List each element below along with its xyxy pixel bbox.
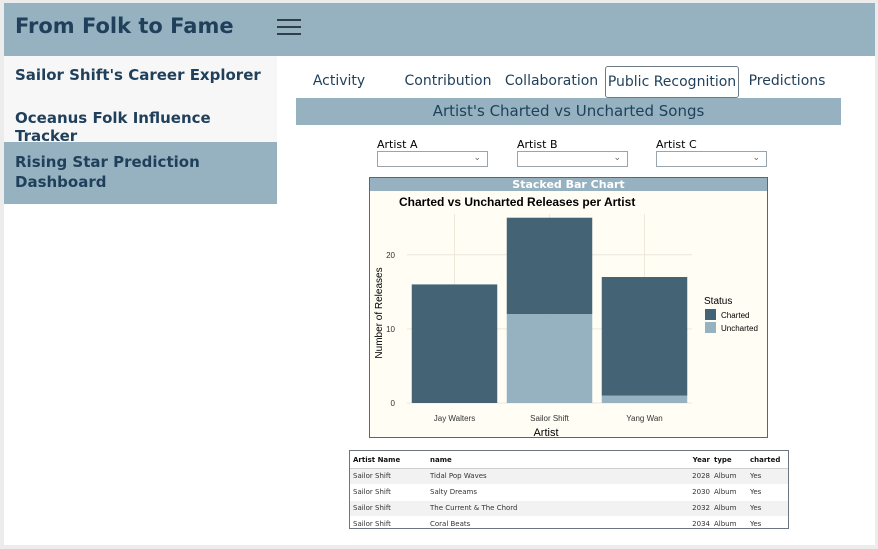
cell-year: 2028 <box>692 472 710 480</box>
chevron-down-icon: ⌄ <box>613 153 621 163</box>
artist-a-select[interactable]: ⌄ <box>377 151 488 167</box>
cell-type: Album <box>714 472 737 480</box>
sidebar-item-influence-tracker[interactable]: Oceanus Folk Influence Tracker <box>4 109 277 145</box>
bar-segment-uncharted <box>506 314 593 403</box>
x-tick-label: Sailor Shift <box>530 414 569 423</box>
y-tick-label: 20 <box>386 251 395 260</box>
artist-c-label: Artist C <box>656 138 697 151</box>
app-title: From Folk to Fame <box>15 14 234 38</box>
bar-segment-charted <box>601 277 688 396</box>
bar-segment-charted <box>506 217 593 315</box>
sidebar: Sailor Shift's Career Explorer Oceanus F… <box>4 56 277 204</box>
y-tick-label: 10 <box>386 325 395 334</box>
cell-name: Tidal Pop Waves <box>430 472 487 480</box>
cell-charted: Yes <box>750 488 762 496</box>
cell-type: Album <box>714 488 737 496</box>
cell-charted: Yes <box>750 504 762 512</box>
col-header-name[interactable]: name <box>430 453 452 468</box>
col-header-charted[interactable]: charted <box>750 453 780 468</box>
col-header-artist[interactable]: Artist Name <box>353 453 400 468</box>
sidebar-item-career-explorer[interactable]: Sailor Shift's Career Explorer <box>4 66 277 90</box>
cell-name: Coral Beats <box>430 520 471 528</box>
tab-public-recognition[interactable]: Public Recognition <box>605 66 739 98</box>
cell-artist: Sailor Shift <box>353 472 391 480</box>
legend-swatch <box>705 322 716 333</box>
artist-b-label: Artist B <box>517 138 558 151</box>
chart-panel-title: Stacked Bar Chart <box>370 178 767 191</box>
legend-label: Charted <box>721 311 749 320</box>
y-tick-label: 0 <box>391 399 396 408</box>
bar-segment-charted <box>411 284 498 403</box>
bar-segment-uncharted <box>601 395 688 403</box>
artist-a-label: Artist A <box>377 138 418 151</box>
section-title: Artist's Charted vs Uncharted Songs <box>296 98 841 125</box>
hamburger-menu-icon[interactable] <box>277 19 301 37</box>
cell-artist: Sailor Shift <box>353 504 391 512</box>
sidebar-item-rising-star[interactable]: Rising Star Prediction Dashboard <box>4 142 277 204</box>
table-row[interactable]: Sailor Shift Salty Dreams 2030 Album Yes <box>350 485 788 500</box>
artist-b-select[interactable]: ⌄ <box>517 151 628 167</box>
cell-year: 2034 <box>692 520 710 528</box>
tab-collaboration[interactable]: Collaboration <box>504 66 599 96</box>
cell-name: Salty Dreams <box>430 488 477 496</box>
chevron-down-icon: ⌄ <box>752 153 760 163</box>
top-bar: From Folk to Fame <box>4 3 875 56</box>
cell-type: Album <box>714 520 737 528</box>
cell-type: Album <box>714 504 737 512</box>
chart-title: Charted vs Uncharted Releases per Artist <box>399 195 635 209</box>
x-tick-label: Yang Wan <box>626 414 662 423</box>
tab-predictions[interactable]: Predictions <box>745 66 829 96</box>
col-header-year[interactable]: Year <box>670 453 710 468</box>
legend-title: Status <box>704 296 732 307</box>
chevron-down-icon: ⌄ <box>473 153 481 163</box>
releases-table: Artist Name name Year type charted Sailo… <box>349 450 789 529</box>
legend-label: Uncharted <box>721 324 758 333</box>
table-row[interactable]: Sailor Shift Tidal Pop Waves 2028 Album … <box>350 469 788 484</box>
x-axis-label: Artist <box>533 427 558 437</box>
table-row[interactable]: Sailor Shift The Current & The Chord 203… <box>350 501 788 516</box>
x-tick-label: Jay Walters <box>434 414 476 423</box>
table-header: Artist Name name Year type charted <box>350 453 788 469</box>
chart-panel: Stacked Bar Chart Charted vs Uncharted R… <box>369 177 768 438</box>
cell-charted: Yes <box>750 472 762 480</box>
col-header-type[interactable]: type <box>714 453 732 468</box>
cell-year: 2032 <box>692 504 710 512</box>
cell-charted: Yes <box>750 520 762 528</box>
cell-artist: Sailor Shift <box>353 520 391 528</box>
cell-year: 2030 <box>692 488 710 496</box>
artist-c-select[interactable]: ⌄ <box>656 151 767 167</box>
legend-swatch <box>705 309 716 320</box>
cell-artist: Sailor Shift <box>353 488 391 496</box>
tab-contribution[interactable]: Contribution <box>397 66 499 96</box>
table-row[interactable]: Sailor Shift Coral Beats 2034 Album Yes <box>350 517 788 529</box>
stacked-bar-chart: Charted vs Uncharted Releases per Artist… <box>374 195 758 437</box>
y-axis-label: Number of Releases <box>374 267 385 358</box>
cell-name: The Current & The Chord <box>430 504 518 512</box>
tab-activity[interactable]: Activity <box>309 66 369 96</box>
